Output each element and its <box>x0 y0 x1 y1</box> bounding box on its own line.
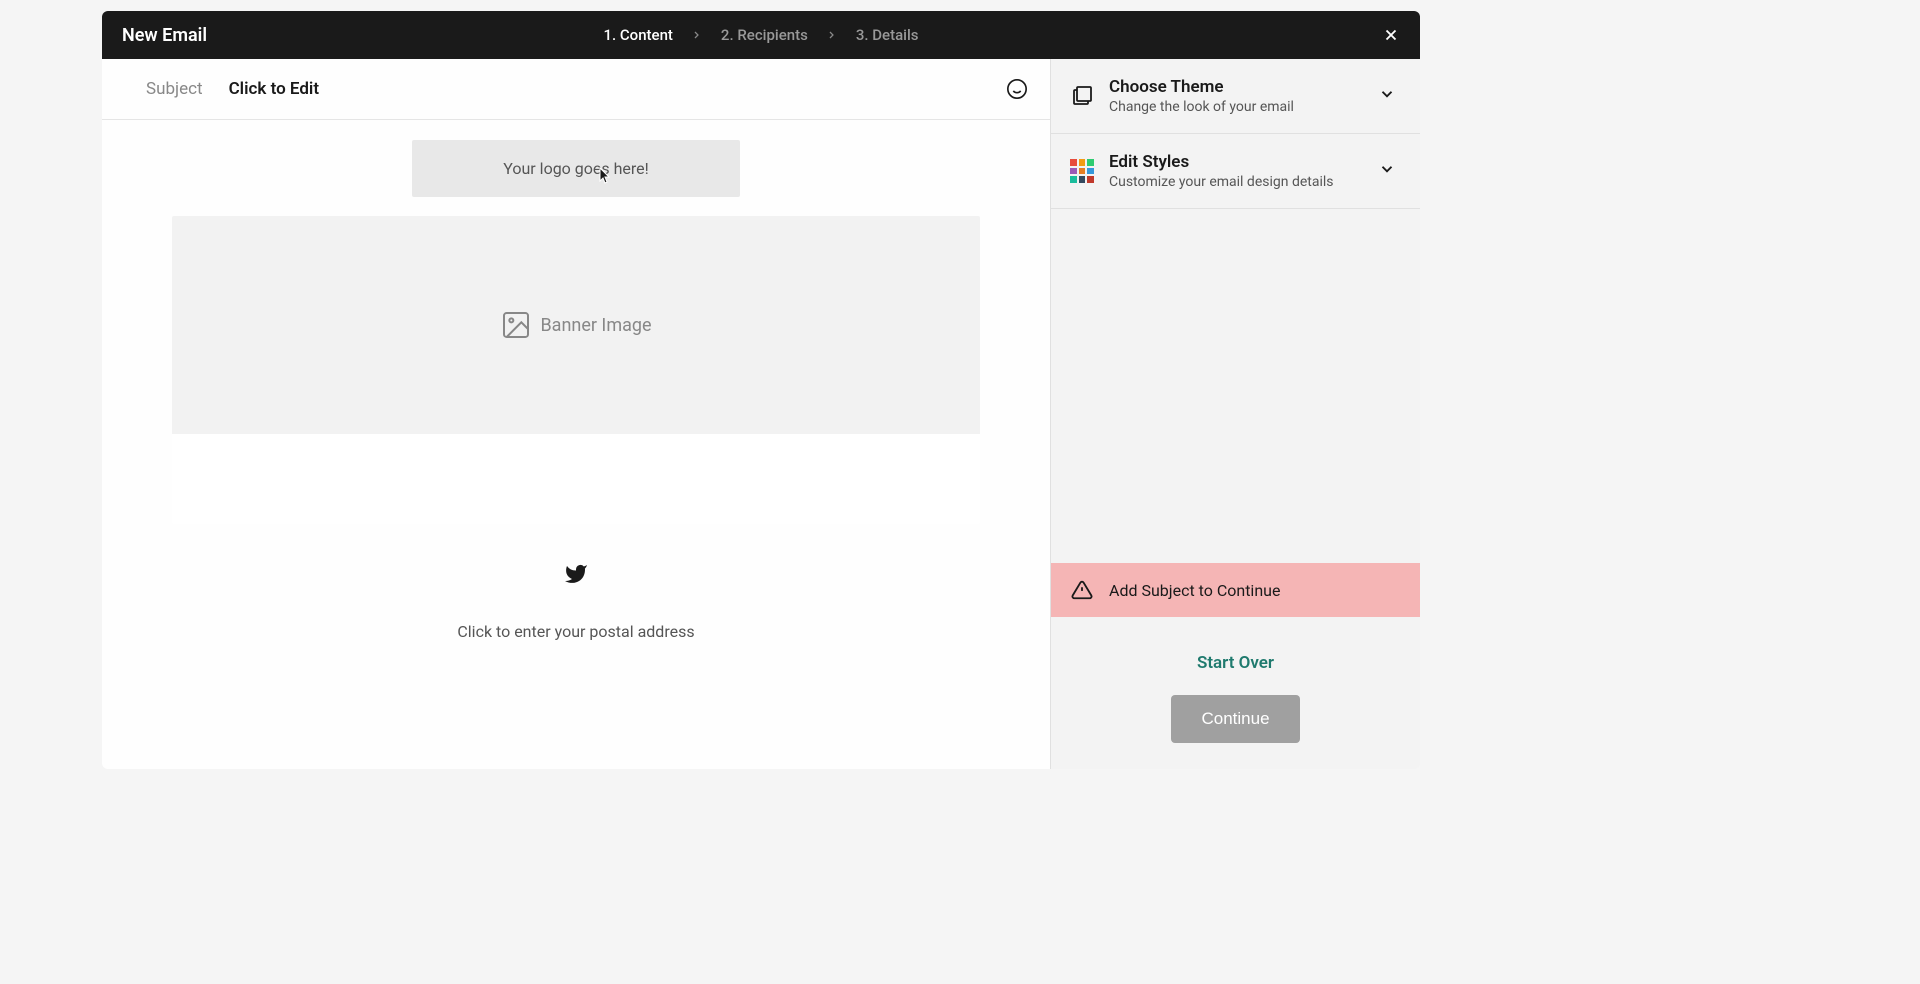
wizard-steps: 1. Content 2. Recipients 3. Details <box>603 26 918 44</box>
step-recipients[interactable]: 2. Recipients <box>721 26 808 44</box>
step-content[interactable]: 1. Content <box>603 26 672 44</box>
panel-text: Edit Styles Customize your email design … <box>1109 152 1364 190</box>
warning-banner: Add Subject to Continue <box>1051 563 1420 617</box>
subject-value[interactable]: Click to Edit <box>229 79 320 99</box>
subject-bar[interactable]: Subject Click to Edit <box>102 59 1050 120</box>
banner-body[interactable] <box>172 434 980 524</box>
email-content-area: Your logo goes here! Banner Image <box>102 120 1050 769</box>
logo-placeholder-text: Your logo goes here! <box>503 159 649 178</box>
email-editor: Subject Click to Edit Your logo goes her… <box>102 59 1050 769</box>
sidebar: Choose Theme Change the look of your ema… <box>1050 59 1420 769</box>
subject-label: Subject <box>146 79 203 99</box>
banner-placeholder[interactable]: Banner Image <box>172 216 980 434</box>
panel-desc: Change the look of your email <box>1109 99 1364 115</box>
modal-header: New Email 1. Content 2. Recipients 3. De… <box>102 11 1420 59</box>
modal-body: Subject Click to Edit Your logo goes her… <box>102 59 1420 769</box>
modal-title: New Email <box>122 25 207 46</box>
banner-area: Banner Image <box>172 216 980 524</box>
chevron-down-icon <box>1378 160 1396 182</box>
sidebar-bottom: Add Subject to Continue Start Over Conti… <box>1051 563 1420 769</box>
emoji-button[interactable] <box>1002 74 1032 104</box>
postal-address-placeholder[interactable]: Click to enter your postal address <box>172 622 980 641</box>
chevron-down-icon <box>1378 85 1396 107</box>
twitter-icon[interactable] <box>564 562 588 590</box>
close-button[interactable] <box>1378 22 1404 48</box>
styles-icon <box>1069 158 1095 184</box>
theme-icon <box>1069 83 1095 109</box>
cursor-icon <box>597 167 613 189</box>
choose-theme-panel[interactable]: Choose Theme Change the look of your ema… <box>1051 59 1420 134</box>
banner-placeholder-text: Banner Image <box>540 315 651 336</box>
image-icon <box>500 309 532 341</box>
panel-text: Choose Theme Change the look of your ema… <box>1109 77 1364 115</box>
edit-styles-panel[interactable]: Edit Styles Customize your email design … <box>1051 134 1420 209</box>
panel-title: Choose Theme <box>1109 77 1364 97</box>
warning-icon <box>1071 579 1093 601</box>
continue-button[interactable]: Continue <box>1171 695 1299 743</box>
close-icon <box>1382 26 1400 44</box>
social-row <box>172 562 980 590</box>
panel-title: Edit Styles <box>1109 152 1364 172</box>
panel-desc: Customize your email design details <box>1109 174 1364 190</box>
email-editor-modal: New Email 1. Content 2. Recipients 3. De… <box>102 11 1420 769</box>
chevron-right-icon <box>826 29 838 41</box>
smile-icon <box>1006 78 1028 100</box>
warning-text: Add Subject to Continue <box>1109 581 1280 600</box>
step-details[interactable]: 3. Details <box>856 26 919 44</box>
start-over-link[interactable]: Start Over <box>1051 653 1420 673</box>
logo-placeholder[interactable]: Your logo goes here! <box>412 140 740 197</box>
chevron-right-icon <box>691 29 703 41</box>
